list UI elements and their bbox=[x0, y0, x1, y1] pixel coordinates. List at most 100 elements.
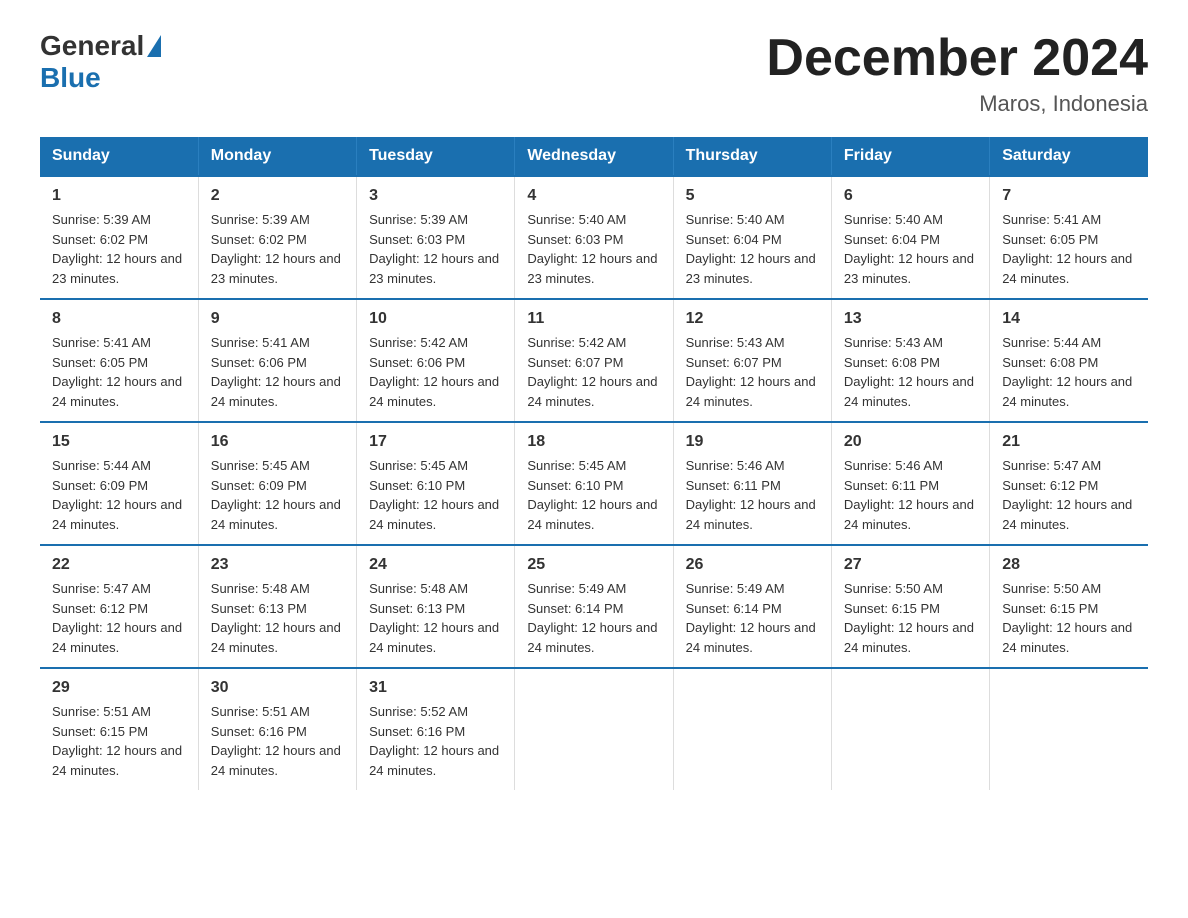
calendar-cell: 22Sunrise: 5:47 AMSunset: 6:12 PMDayligh… bbox=[40, 545, 198, 668]
day-info: Sunrise: 5:47 AM Sunset: 6:12 PM Daylight:… bbox=[1002, 456, 1136, 534]
sunrise-label: Sunrise: 5:45 AM bbox=[527, 458, 626, 473]
day-number: 4 bbox=[527, 187, 660, 205]
daylight-label: Daylight: 12 hours and 24 minutes. bbox=[527, 620, 657, 655]
day-number: 5 bbox=[686, 187, 819, 205]
calendar-cell: 18 Sunrise: 5:45 AM Sunset: 6:10 PM Dayligh… bbox=[515, 422, 673, 545]
day-info: Sunrise: 5:45 AMSunset: 6:10 PMDaylight:… bbox=[369, 456, 502, 534]
daylight-label: Daylight: 12 hours and 24 minutes. bbox=[1002, 497, 1132, 532]
day-number: 23 bbox=[211, 556, 344, 574]
calendar-cell: 5Sunrise: 5:40 AMSunset: 6:04 PMDaylight… bbox=[673, 176, 831, 299]
calendar-cell: 17Sunrise: 5:45 AMSunset: 6:10 PMDayligh… bbox=[357, 422, 515, 545]
daylight-label: Daylight: 12 hours and 24 minutes. bbox=[527, 497, 657, 532]
week-row-5: 29 Sunrise: 5:51 AM Sunset: 6:15 PM Dayligh… bbox=[40, 668, 1148, 790]
day-info: Sunrise: 5:39 AMSunset: 6:03 PMDaylight:… bbox=[369, 210, 502, 288]
day-info: Sunrise: 5:50 AMSunset: 6:15 PMDaylight:… bbox=[844, 579, 977, 657]
col-wednesday: Wednesday bbox=[515, 137, 673, 176]
calendar-cell: 3Sunrise: 5:39 AMSunset: 6:03 PMDaylight… bbox=[357, 176, 515, 299]
day-number: 30 bbox=[211, 679, 344, 697]
sunrise-label: Sunrise: 5:40 AM bbox=[844, 212, 943, 227]
sunset-label: Sunset: 6:15 PM bbox=[52, 724, 148, 739]
sunset-label: Sunset: 6:08 PM bbox=[844, 355, 940, 370]
sunrise-label: Sunrise: 5:40 AM bbox=[527, 212, 626, 227]
sunrise-label: Sunrise: 5:41 AM bbox=[52, 335, 151, 350]
daylight-label: Daylight: 12 hours and 24 minutes. bbox=[686, 374, 816, 409]
daylight-label: Daylight: 12 hours and 24 minutes. bbox=[686, 497, 816, 532]
logo-triangle-icon bbox=[147, 35, 161, 57]
day-info: Sunrise: 5:41 AMSunset: 6:06 PMDaylight:… bbox=[211, 333, 344, 411]
sunrise-label: Sunrise: 5:47 AM bbox=[52, 581, 151, 596]
calendar-subtitle: Maros, Indonesia bbox=[766, 91, 1148, 117]
sunrise-label: Sunrise: 5:49 AM bbox=[527, 581, 626, 596]
logo-general-text: General bbox=[40, 30, 144, 62]
day-info: Sunrise: 5:42 AMSunset: 6:07 PMDaylight:… bbox=[527, 333, 660, 411]
day-info: Sunrise: 5:45 AMSunset: 6:09 PMDaylight:… bbox=[211, 456, 344, 534]
day-info: Sunrise: 5:39 AMSunset: 6:02 PMDaylight:… bbox=[211, 210, 344, 288]
sunrise-label: Sunrise: 5:52 AM bbox=[369, 704, 468, 719]
calendar-cell: 30Sunrise: 5:51 AMSunset: 6:16 PMDayligh… bbox=[198, 668, 356, 790]
day-number: 18 bbox=[527, 433, 660, 451]
daylight-label: Daylight: 12 hours and 24 minutes. bbox=[52, 743, 182, 778]
calendar-cell: 8Sunrise: 5:41 AMSunset: 6:05 PMDaylight… bbox=[40, 299, 198, 422]
calendar-body: 1 Sunrise: 5:39 AMSunset: 6:02 PMDaylight… bbox=[40, 176, 1148, 790]
calendar-cell bbox=[515, 668, 673, 790]
calendar-table: Sunday Monday Tuesday Wednesday Thursday… bbox=[40, 137, 1148, 790]
daylight-label: Daylight: 12 hours and 24 minutes. bbox=[686, 620, 816, 655]
sunrise-label: Sunrise: 5:48 AM bbox=[369, 581, 468, 596]
sunset-label: Sunset: 6:16 PM bbox=[369, 724, 465, 739]
day-info: Sunrise: 5:51 AM Sunset: 6:15 PM Daylight:… bbox=[52, 702, 186, 780]
day-number: 29 bbox=[52, 679, 186, 697]
day-number: 31 bbox=[369, 679, 502, 697]
sunset-label: Sunset: 6:07 PM bbox=[686, 355, 782, 370]
day-number: 19 bbox=[686, 433, 819, 451]
day-info: Sunrise: 5:46 AMSunset: 6:11 PMDaylight:… bbox=[686, 456, 819, 534]
sunset-label: Sunset: 6:06 PM bbox=[369, 355, 465, 370]
calendar-cell: 13Sunrise: 5:43 AMSunset: 6:08 PMDayligh… bbox=[831, 299, 989, 422]
day-number: 1 bbox=[52, 187, 186, 205]
day-number: 2 bbox=[211, 187, 344, 205]
day-info: Sunrise: 5:40 AMSunset: 6:04 PMDaylight:… bbox=[844, 210, 977, 288]
daylight-label: Daylight: 12 hours and 24 minutes. bbox=[369, 374, 499, 409]
day-number: 28 bbox=[1002, 556, 1136, 574]
day-number: 24 bbox=[369, 556, 502, 574]
daylight-label: Daylight: 12 hours and 23 minutes. bbox=[369, 251, 499, 286]
sunset-label: Sunset: 6:10 PM bbox=[369, 478, 465, 493]
calendar-cell bbox=[990, 668, 1148, 790]
sunrise-label: Sunrise: 5:46 AM bbox=[686, 458, 785, 473]
sunset-label: Sunset: 6:09 PM bbox=[211, 478, 307, 493]
sunrise-label: Sunrise: 5:50 AM bbox=[844, 581, 943, 596]
day-info: Sunrise: 5:47 AM Sunset: 6:12 PM Daylight:… bbox=[52, 579, 186, 657]
calendar-cell bbox=[831, 668, 989, 790]
calendar-cell: 11Sunrise: 5:42 AMSunset: 6:07 PMDayligh… bbox=[515, 299, 673, 422]
calendar-cell: 1Sunrise: 5:39 AMSunset: 6:02 PMDaylight… bbox=[40, 176, 198, 299]
day-info: Sunrise: 5:44 AMSunset: 6:08 PMDaylight:… bbox=[1002, 333, 1136, 411]
calendar-cell: 14Sunrise: 5:44 AMSunset: 6:08 PMDayligh… bbox=[990, 299, 1148, 422]
sunset-label: Sunset: 6:10 PM bbox=[527, 478, 623, 493]
day-info: Sunrise: 5:48 AMSunset: 6:13 PMDaylight:… bbox=[369, 579, 502, 657]
daylight-label: Daylight: 12 hours and 24 minutes. bbox=[211, 743, 341, 778]
daylight-label: Daylight: 12 hours and 24 minutes. bbox=[52, 620, 182, 655]
sunrise-label: Sunrise: 5:51 AM bbox=[211, 704, 310, 719]
daylight-label: Daylight: 12 hours and 23 minutes. bbox=[844, 251, 974, 286]
day-number: 15 bbox=[52, 433, 186, 451]
sunrise-label: Sunrise: 5:51 AM bbox=[52, 704, 151, 719]
sunrise-label: Sunrise: 5:46 AM bbox=[844, 458, 943, 473]
calendar-cell: 28Sunrise: 5:50 AMSunset: 6:15 PMDayligh… bbox=[990, 545, 1148, 668]
day-number: 25 bbox=[527, 556, 660, 574]
sunset-label: Sunset: 6:12 PM bbox=[52, 601, 148, 616]
sunset-label: Sunset: 6:15 PM bbox=[1002, 601, 1098, 616]
daylight-label: Daylight: 12 hours and 24 minutes. bbox=[211, 497, 341, 532]
sunrise-label: Sunrise: 5:39 AM bbox=[52, 212, 151, 227]
daylight-label: Daylight: 12 hours and 24 minutes. bbox=[211, 620, 341, 655]
sunrise-label: Sunrise: 5:43 AM bbox=[686, 335, 785, 350]
day-info: Sunrise: 5:50 AMSunset: 6:15 PMDaylight:… bbox=[1002, 579, 1136, 657]
day-number: 10 bbox=[369, 310, 502, 328]
sunrise-label: Sunrise: 5:47 AM bbox=[1002, 458, 1101, 473]
daylight-label: Daylight: 12 hours and 23 minutes. bbox=[527, 251, 657, 286]
sunrise-label: Sunrise: 5:50 AM bbox=[1002, 581, 1101, 596]
calendar-cell: 12Sunrise: 5:43 AMSunset: 6:07 PMDayligh… bbox=[673, 299, 831, 422]
day-number: 26 bbox=[686, 556, 819, 574]
daylight-label: Daylight: 12 hours and 24 minutes. bbox=[369, 743, 499, 778]
calendar-cell: 29 Sunrise: 5:51 AM Sunset: 6:15 PM Dayligh… bbox=[40, 668, 198, 790]
sunset-label: Sunset: 6:12 PM bbox=[1002, 478, 1098, 493]
sunset-label: Sunset: 6:09 PM bbox=[52, 478, 148, 493]
